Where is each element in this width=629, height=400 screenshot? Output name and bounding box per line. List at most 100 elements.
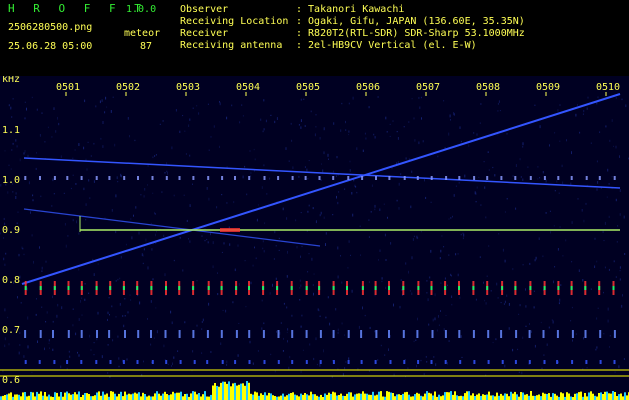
periodic-echo (584, 330, 587, 338)
level-bar (480, 395, 482, 400)
level-bar (536, 395, 538, 400)
level-bar (230, 386, 232, 400)
noise-speckle (619, 155, 620, 158)
noise-speckle (522, 336, 524, 339)
level-bar (508, 396, 510, 400)
noise-speckle (77, 351, 78, 354)
noise-speckle (542, 171, 544, 174)
noise-speckle (7, 316, 9, 319)
level-bar (0, 396, 2, 400)
noise-speckle (32, 194, 34, 197)
noise-speckle (578, 269, 580, 272)
periodic-echo (557, 176, 560, 180)
periodic-echo (543, 360, 546, 364)
periodic-echo-core (122, 286, 125, 290)
level-bar (196, 394, 198, 400)
level-bar (150, 396, 152, 400)
level-bar (452, 394, 454, 400)
noise-speckle (119, 303, 121, 306)
periodic-echo (263, 176, 266, 180)
noise-speckle (349, 169, 351, 172)
periodic-echo-core (53, 286, 56, 290)
noise-speckle (222, 309, 224, 311)
noise-speckle (418, 96, 420, 99)
level-bar (316, 395, 318, 400)
noise-speckle (542, 255, 544, 258)
periodic-echo (24, 176, 27, 180)
noise-speckle (4, 344, 6, 348)
noise-speckle (451, 295, 453, 298)
noise-speckle (594, 265, 596, 268)
noise-speckle (118, 357, 120, 360)
noise-speckle (163, 234, 165, 237)
noise-speckle (392, 120, 394, 122)
level-bar (264, 392, 266, 400)
periodic-echo (206, 330, 209, 338)
level-bar (554, 393, 556, 400)
noise-speckle (362, 306, 363, 310)
noise-speckle (85, 203, 87, 206)
noise-speckle (533, 290, 535, 292)
noise-speckle (275, 277, 277, 280)
periodic-echo (389, 360, 392, 364)
periodic-echo (165, 360, 168, 364)
noise-speckle (483, 161, 485, 163)
level-bar (606, 391, 608, 400)
periodic-echo (318, 176, 321, 180)
noise-speckle (93, 273, 95, 276)
noise-speckle (238, 283, 240, 286)
noise-speckle (414, 139, 416, 142)
noise-speckle (425, 356, 427, 358)
level-bar (400, 395, 402, 400)
noise-speckle (107, 311, 109, 315)
noise-speckle (604, 221, 606, 225)
noise-speckle (81, 314, 83, 316)
noise-speckle (48, 339, 50, 342)
periodic-echo (599, 360, 602, 364)
noise-speckle (556, 180, 558, 183)
noise-speckle (575, 113, 577, 117)
noise-speckle (517, 348, 519, 351)
noise-speckle (41, 266, 43, 270)
noise-speckle (358, 325, 360, 329)
periodic-echo-core (220, 286, 223, 290)
noise-speckle (253, 148, 255, 151)
periodic-echo (67, 330, 70, 338)
noise-speckle (473, 132, 475, 134)
noise-speckle (340, 255, 341, 257)
noise-speckle (377, 359, 379, 361)
noise-speckle (605, 125, 607, 128)
noise-speckle (315, 126, 317, 128)
noise-speckle (182, 115, 184, 117)
noise-speckle (152, 278, 154, 281)
level-bar (114, 393, 116, 400)
meteor-count: 87 (140, 41, 153, 52)
noise-speckle (217, 272, 218, 274)
noise-speckle (114, 143, 116, 147)
noise-speckle (49, 347, 50, 349)
noise-speckle (619, 189, 621, 192)
noise-speckle (577, 104, 578, 106)
level-bar (182, 396, 184, 400)
level-bar (570, 396, 572, 400)
x-tick-label: 0506 (356, 82, 380, 93)
periodic-echo (360, 360, 363, 364)
receiver-label: Receiver (180, 28, 229, 39)
level-bar (4, 395, 6, 400)
noise-speckle (112, 96, 114, 98)
periodic-echo (487, 360, 490, 364)
noise-speckle (33, 260, 34, 264)
level-bar (532, 395, 534, 400)
level-bar (40, 391, 42, 400)
level-bar (96, 392, 98, 400)
noise-speckle (78, 143, 80, 146)
periodic-echo (39, 176, 41, 180)
level-bar (580, 391, 582, 400)
level-bar (626, 395, 628, 400)
noise-speckle (8, 343, 10, 346)
noise-speckle (275, 245, 277, 247)
noise-speckle (127, 311, 129, 314)
level-bar (376, 394, 378, 400)
y-tick-label: 0.9 (2, 225, 20, 236)
noise-speckle (45, 321, 47, 323)
